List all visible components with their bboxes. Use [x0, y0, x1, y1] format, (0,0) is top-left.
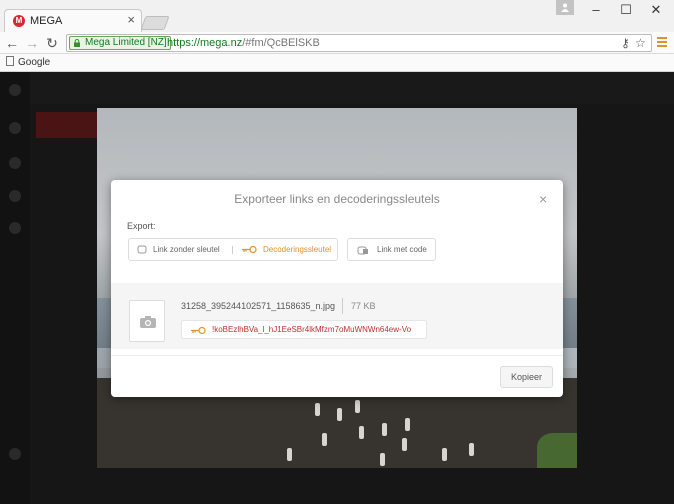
browser-toolbar: ← → ↻ Mega Limited [NZ] https://mega.nz/… — [0, 32, 674, 54]
ev-label: Mega Limited [NZ] — [85, 37, 167, 48]
file-row — [111, 283, 563, 349]
mega-favicon-icon: M — [13, 15, 25, 27]
person — [382, 423, 387, 436]
lock-link-icon — [357, 246, 368, 255]
copy-button[interactable]: Kopieer — [500, 366, 553, 388]
tree — [537, 433, 577, 468]
export-links-dialog: Exporteer links en decoderingssleutels ×… — [111, 180, 563, 397]
tab-mega[interactable]: M MEGA × — [4, 9, 142, 32]
divider — [342, 298, 343, 314]
option-label: Link zonder sleutel — [153, 245, 220, 254]
mega-red-button — [36, 112, 98, 138]
export-label: Export: — [127, 221, 156, 231]
person — [322, 433, 327, 446]
reload-icon[interactable]: ↻ — [44, 35, 60, 51]
decryption-key-text: !koBEzlhBVa_l_hJ1EeSBr4lkMfzm7oMuWNWn64e… — [212, 325, 412, 334]
option-link-without-key[interactable]: Link zonder sleutel — [137, 239, 220, 260]
minimize-icon[interactable]: – — [582, 2, 610, 18]
link-icon — [137, 245, 147, 254]
file-size: 77 KB — [351, 301, 376, 311]
person — [405, 418, 410, 431]
close-dialog-icon[interactable]: × — [539, 192, 547, 206]
person — [359, 426, 364, 439]
lock-icon — [74, 39, 80, 47]
divider — [232, 246, 233, 254]
close-tab-icon[interactable]: × — [127, 13, 135, 27]
person — [355, 400, 360, 413]
user-profile-icon[interactable] — [556, 0, 574, 15]
menu-hamburger-icon[interactable] — [656, 36, 668, 48]
file-name: 31258_395244102571_1158635_n.jpg — [181, 301, 335, 311]
new-tab-button[interactable] — [140, 16, 170, 30]
tab-title: MEGA — [30, 15, 63, 27]
url-text[interactable]: https://mega.nz/#fm/QcBElSKB — [167, 37, 320, 49]
address-bar[interactable]: Mega Limited [NZ] https://mega.nz/#fm/Qc… — [66, 34, 652, 52]
close-window-icon[interactable]: ✕ — [642, 2, 670, 18]
file-thumbnail — [129, 300, 165, 342]
export-type-toggle: Link zonder sleutel Decoderingssleutel — [128, 238, 338, 261]
url-path: /#fm/QcBElSKB — [242, 37, 320, 49]
browser-titlebar: M MEGA × – ☐ ✕ — [0, 0, 674, 32]
person — [402, 438, 407, 451]
key-icon — [242, 245, 257, 254]
person — [442, 448, 447, 461]
person — [287, 448, 292, 461]
dialog-title: Exporteer links en decoderingssleutels — [234, 192, 440, 206]
mega-topbar — [30, 72, 674, 104]
sidebar-icon — [9, 157, 21, 169]
option-link-with-code[interactable]: Link met code — [347, 238, 436, 261]
person — [315, 403, 320, 416]
sidebar-icon — [9, 448, 21, 460]
bookmark-google[interactable]: Google — [6, 56, 50, 68]
bookmarks-bar: Google — [0, 54, 674, 72]
back-arrow-icon[interactable]: ← — [4, 35, 20, 51]
person — [337, 408, 342, 421]
page-icon — [6, 56, 14, 66]
sidebar-icon — [9, 84, 21, 96]
sidebar-icon — [9, 190, 21, 202]
decryption-key-field[interactable]: !koBEzlhBVa_l_hJ1EeSBr4lkMfzm7oMuWNWn64e… — [181, 320, 427, 339]
forward-arrow-icon[interactable]: → — [24, 35, 40, 51]
bookmark-star-icon[interactable]: ☆ — [635, 36, 646, 50]
key-icon — [191, 326, 206, 335]
camera-icon — [140, 316, 156, 328]
person — [380, 453, 385, 466]
key-icon[interactable]: ⚷ — [621, 36, 630, 50]
maximize-icon[interactable]: ☐ — [612, 2, 640, 18]
sidebar-icon — [9, 222, 21, 234]
ev-certificate-badge[interactable]: Mega Limited [NZ] — [69, 36, 171, 50]
bookmark-label: Google — [18, 57, 51, 68]
dialog-footer-divider — [111, 355, 563, 356]
person — [469, 443, 474, 456]
url-origin: https://mega.nz — [167, 37, 243, 49]
sidebar-icon — [9, 122, 21, 134]
option-decryption-key[interactable]: Decoderingssleutel — [241, 239, 331, 260]
mega-sidebar — [0, 72, 30, 504]
